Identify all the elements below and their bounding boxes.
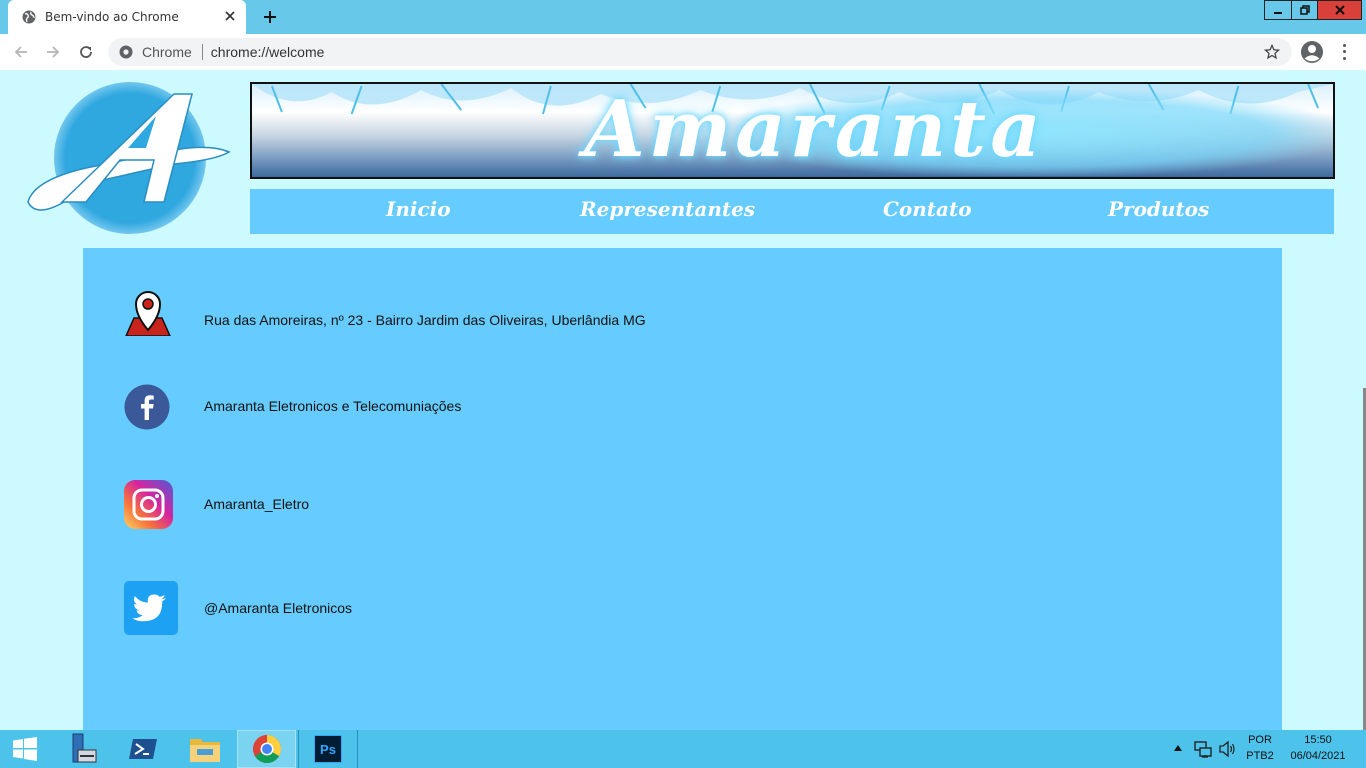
menu-dot — [1342, 50, 1346, 54]
nav-produtos[interactable]: Produtos — [1108, 197, 1209, 221]
browser-menu-button[interactable] — [1338, 42, 1350, 62]
arrow-right-icon — [47, 46, 60, 58]
facebook-text: Amaranta Eletronicos e Telecomuniações — [204, 398, 462, 414]
nav-representantes[interactable]: Representantes — [580, 197, 755, 221]
facebook-icon[interactable] — [124, 384, 170, 430]
close-window-button[interactable] — [1318, 0, 1362, 20]
photoshop-icon: Ps — [314, 735, 342, 763]
address-text: Rua das Amoreiras, nº 23 - Bairro Jardim… — [204, 312, 646, 328]
map-pin-icon — [125, 291, 171, 336]
menu-dot — [1342, 43, 1346, 47]
brand-wordmark: Amaranta — [584, 84, 1045, 175]
omnibox-origin: Chrome — [142, 44, 192, 60]
nav-inicio[interactable]: Inicio — [386, 197, 451, 221]
plus-icon — [264, 11, 276, 23]
clock-time[interactable]: 15:50 — [1286, 734, 1350, 746]
windows-start-icon — [13, 737, 37, 761]
chrome-site-icon — [119, 45, 133, 59]
page-viewport: Amaranta Inicio Representantes Contato P… — [0, 70, 1366, 730]
language-indicator-top[interactable]: POR — [1242, 734, 1278, 746]
instagram-text: Amaranta_Eletro — [204, 496, 310, 512]
browser-toolbar: Chrome chrome://welcome — [0, 34, 1366, 70]
clock-date[interactable]: 06/04/2021 — [1286, 750, 1350, 762]
twitter-icon[interactable] — [124, 581, 178, 635]
language-indicator-bottom[interactable]: PTB2 — [1242, 750, 1278, 762]
taskbar-photoshop[interactable]: Ps — [298, 730, 358, 768]
reload-icon — [80, 46, 92, 58]
reload-button[interactable] — [74, 41, 98, 63]
header-banner: Amaranta — [250, 82, 1335, 179]
minimize-icon — [1274, 12, 1282, 14]
menu-dot — [1342, 57, 1346, 61]
main-nav: Inicio Representantes Contato Produtos — [250, 189, 1334, 234]
taskbar-server-manager[interactable] — [56, 730, 106, 768]
instagram-icon[interactable] — [124, 480, 173, 529]
volume-icon[interactable] — [1218, 740, 1236, 758]
browser-tab[interactable]: Bem-vindo ao Chrome — [8, 0, 246, 34]
twitter-text: @Amaranta Eletronicos — [204, 600, 353, 616]
new-tab-button[interactable] — [259, 6, 281, 28]
address-bar[interactable]: Chrome chrome://welcome — [108, 38, 1292, 66]
chrome-icon — [252, 735, 281, 763]
restore-button[interactable] — [1292, 0, 1318, 20]
globe-icon — [22, 10, 36, 24]
bookmark-star-icon[interactable] — [1264, 44, 1280, 60]
start-button[interactable] — [0, 730, 50, 768]
close-tab-icon[interactable] — [223, 9, 237, 23]
tab-title: Bem-vindo ao Chrome — [45, 10, 179, 24]
minimize-button[interactable] — [1264, 0, 1292, 20]
arrow-left-icon — [14, 46, 27, 58]
omnibox-url: chrome://welcome — [210, 44, 325, 60]
forward-button[interactable] — [41, 41, 65, 63]
taskbar-powershell[interactable] — [118, 730, 168, 768]
restore-icon — [1299, 5, 1310, 15]
file-explorer-icon — [190, 739, 220, 762]
taskbar-file-explorer[interactable] — [180, 730, 230, 768]
tray-chevron-up-icon[interactable] — [1174, 745, 1182, 751]
profile-avatar-icon[interactable] — [1300, 40, 1324, 64]
omnibox-separator — [201, 44, 203, 60]
photoshop-label: Ps — [320, 742, 336, 757]
close-icon — [1334, 5, 1345, 15]
server-manager-icon — [72, 733, 97, 763]
windows-taskbar: Ps POR PTB2 15:50 06/04/2021 — [0, 730, 1366, 768]
nav-contato[interactable]: Contato — [883, 197, 972, 221]
taskbar-chrome[interactable] — [237, 730, 296, 768]
back-button[interactable] — [9, 41, 33, 63]
network-icon[interactable] — [1194, 740, 1212, 758]
powershell-icon — [129, 739, 157, 759]
contact-panel: Rua das Amoreiras, nº 23 - Bairro Jardim… — [83, 248, 1282, 730]
amaranta-logo[interactable] — [24, 80, 234, 236]
browser-titlebar: Bem-vindo ao Chrome — [0, 0, 1366, 34]
